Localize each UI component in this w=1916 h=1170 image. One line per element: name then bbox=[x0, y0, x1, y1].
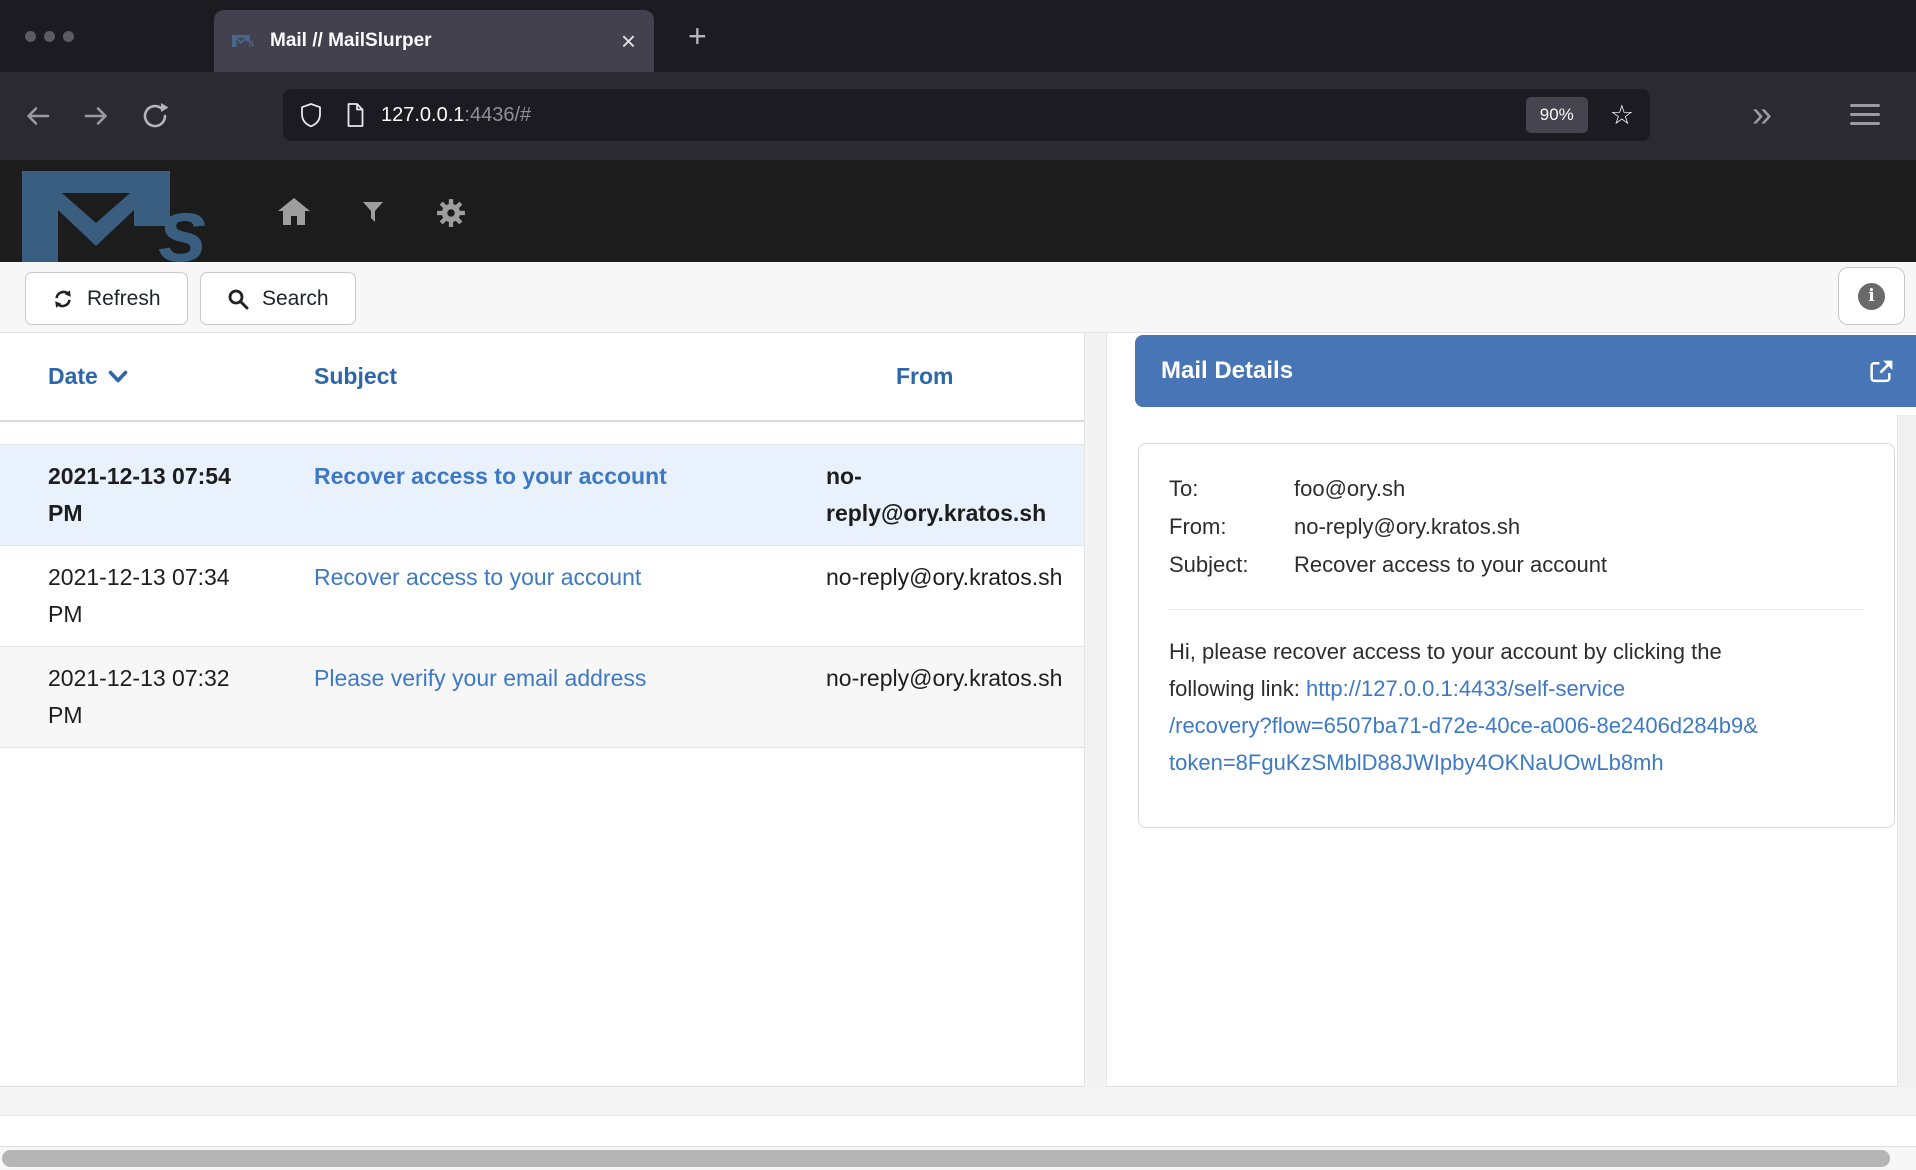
mail-row[interactable]: 2021-12-13 07:54 PM Recover access to yo… bbox=[0, 444, 1084, 545]
new-tab-button[interactable]: + bbox=[688, 18, 707, 54]
right-edge-gutter bbox=[1897, 415, 1916, 1115]
info-icon: i bbox=[1858, 283, 1885, 310]
mail-list-header-row: Date Subject From bbox=[0, 333, 1084, 422]
column-header-subject[interactable]: Subject bbox=[314, 363, 397, 390]
search-icon bbox=[227, 288, 249, 310]
mailslurper-logo: s bbox=[22, 166, 232, 262]
subject-value: Recover access to your account bbox=[1294, 546, 1864, 584]
window-control-dot[interactable] bbox=[25, 31, 36, 42]
window-control-dot[interactable] bbox=[44, 31, 55, 42]
reload-icon[interactable] bbox=[140, 101, 170, 131]
mail-details-title: Mail Details bbox=[1135, 335, 1916, 407]
bottom-strip bbox=[0, 1115, 1916, 1146]
browser-tab[interactable]: s Mail // MailSlurper × bbox=[214, 10, 654, 72]
mail-date: 2021-12-13 07:32 PM bbox=[48, 660, 314, 734]
shield-icon[interactable] bbox=[299, 102, 323, 128]
from-label: From: bbox=[1169, 508, 1294, 546]
mail-details-header: Mail Details bbox=[1135, 335, 1916, 407]
refresh-button[interactable]: Refresh bbox=[25, 272, 188, 325]
search-label: Search bbox=[262, 287, 329, 311]
mail-subject-link[interactable]: Please verify your email address bbox=[314, 665, 646, 691]
tab-title: Mail // MailSlurper bbox=[270, 30, 613, 52]
to-value: foo@ory.sh bbox=[1294, 470, 1864, 508]
mail-subject-link[interactable]: Recover access to your account bbox=[314, 564, 641, 590]
search-button[interactable]: Search bbox=[200, 272, 356, 325]
subject-label: Subject: bbox=[1169, 546, 1294, 584]
bookmark-star-icon[interactable]: ☆ bbox=[1610, 102, 1634, 129]
svg-text:s: s bbox=[248, 37, 254, 49]
toolbar-overflow-icon[interactable]: » bbox=[1752, 92, 1768, 136]
mail-row[interactable]: 2021-12-13 07:34 PM Recover access to yo… bbox=[0, 545, 1084, 646]
window-control-dot[interactable] bbox=[63, 31, 74, 42]
url-text: 127.0.0.1:4436/# bbox=[381, 104, 531, 127]
column-header-from[interactable]: From bbox=[896, 363, 954, 390]
url-bar[interactable]: 127.0.0.1:4436/# 90% ☆ bbox=[283, 89, 1650, 141]
column-header-date[interactable]: Date bbox=[48, 363, 128, 390]
mail-row[interactable]: 2021-12-13 07:32 PM Please verify your e… bbox=[0, 646, 1084, 748]
browser-window: s Mail // MailSlurper × + 127.0.0.1:4 bbox=[0, 0, 1916, 1170]
mail-details-card: To: foo@ory.sh From: no-reply@ory.kratos… bbox=[1138, 443, 1895, 828]
mailslurper-favicon: s bbox=[232, 33, 256, 49]
mail-rows: 2021-12-13 07:54 PM Recover access to yo… bbox=[0, 444, 1084, 748]
horizontal-scrollbar[interactable] bbox=[0, 1146, 1916, 1170]
page-info-icon[interactable] bbox=[343, 102, 367, 128]
panel-divider bbox=[1084, 333, 1107, 1115]
mailslurper-header: s bbox=[0, 160, 1916, 262]
refresh-label: Refresh bbox=[87, 287, 161, 311]
mail-body: Hi, please recover access to your accoun… bbox=[1169, 633, 1864, 781]
mail-from: no-reply@ory.kratos.sh bbox=[826, 559, 1084, 633]
mail-subject-link[interactable]: Recover access to your account bbox=[314, 463, 667, 489]
menu-icon[interactable] bbox=[1850, 104, 1880, 125]
info-button[interactable]: i bbox=[1838, 267, 1905, 325]
mail-date: 2021-12-13 07:54 PM bbox=[48, 458, 314, 532]
app-toolbar: Refresh Search i bbox=[0, 262, 1916, 333]
mail-details-panel: Mail Details To: foo@ory.sh From: no-rep… bbox=[1107, 333, 1916, 1087]
forward-icon[interactable] bbox=[82, 101, 112, 131]
filter-icon[interactable] bbox=[362, 202, 384, 224]
tab-close-icon[interactable]: × bbox=[621, 28, 636, 54]
gear-icon[interactable] bbox=[436, 198, 466, 228]
bottom-strip bbox=[0, 1087, 1916, 1115]
home-icon[interactable] bbox=[278, 198, 310, 226]
back-icon[interactable] bbox=[22, 101, 52, 131]
refresh-icon bbox=[52, 287, 74, 311]
horizontal-scrollbar-thumb[interactable] bbox=[2, 1150, 1890, 1167]
mail-list-panel: Date Subject From 2021-12-13 07:54 PM Re… bbox=[0, 333, 1084, 1087]
browser-toolbar: 127.0.0.1:4436/# 90% ☆ » bbox=[0, 72, 1916, 160]
mail-from: no-reply@ory.kratos.sh bbox=[826, 458, 1084, 532]
sort-descending-icon bbox=[108, 370, 128, 383]
from-value: no-reply@ory.kratos.sh bbox=[1294, 508, 1864, 546]
svg-text:s: s bbox=[158, 181, 208, 262]
mail-from: no-reply@ory.kratos.sh bbox=[826, 660, 1084, 734]
zoom-level-badge[interactable]: 90% bbox=[1526, 97, 1588, 133]
to-label: To: bbox=[1169, 470, 1294, 508]
browser-tab-bar: s Mail // MailSlurper × + bbox=[0, 0, 1916, 72]
mail-date: 2021-12-13 07:34 PM bbox=[48, 559, 314, 633]
card-divider bbox=[1169, 609, 1864, 610]
open-external-icon[interactable] bbox=[1867, 357, 1896, 386]
